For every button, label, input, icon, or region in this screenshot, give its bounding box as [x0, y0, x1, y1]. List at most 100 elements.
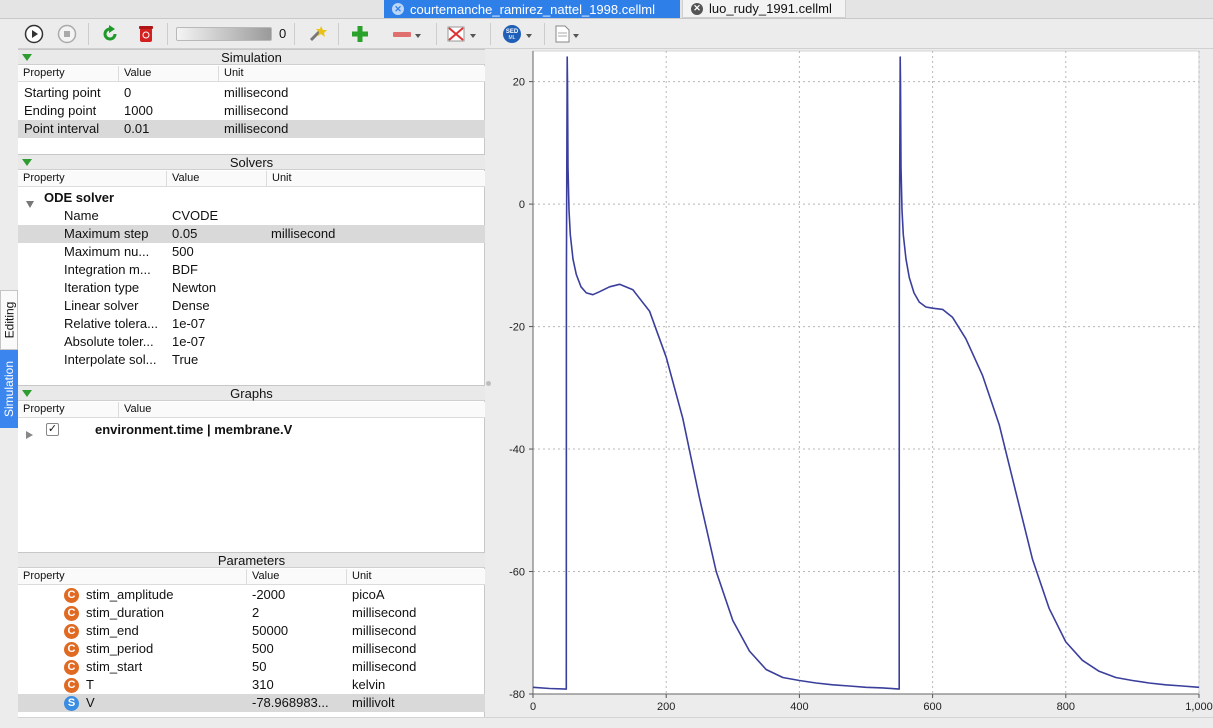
column-property[interactable]: Property — [18, 569, 65, 584]
table-row[interactable]: Linear solver Dense — [18, 297, 485, 315]
reset-button[interactable] — [98, 23, 122, 45]
file-tab-bar: ✕ courtemanche_ramirez_nattel_1998.cellm… — [0, 0, 1213, 19]
constant-icon: C — [64, 588, 79, 603]
cellml-export-button[interactable] — [552, 23, 582, 45]
splitter-handle[interactable] — [486, 381, 491, 386]
table-row[interactable]: Interpolate sol... True — [18, 351, 485, 369]
table-row[interactable]: Integration m... BDF — [18, 261, 485, 279]
section-title: Simulation — [221, 50, 282, 65]
graphs-section-header[interactable]: Graphs — [18, 385, 485, 401]
expand-icon[interactable] — [26, 426, 33, 444]
run-button[interactable] — [22, 23, 46, 45]
table-row[interactable]: C stim_duration 2 millisecond — [18, 604, 485, 622]
property-value[interactable]: -78.968983... — [252, 694, 329, 712]
tab-courtemanche[interactable]: ✕ courtemanche_ramirez_nattel_1998.cellm… — [384, 0, 680, 18]
graph-visible-checkbox[interactable]: ✓ — [46, 423, 59, 436]
bottom-splitter[interactable] — [18, 717, 1213, 728]
property-value[interactable]: BDF — [172, 261, 198, 279]
property-value[interactable]: 1e-07 — [172, 333, 205, 351]
table-row[interactable]: Point interval 0.01 millisecond — [18, 120, 485, 138]
table-row[interactable]: Relative tolera... 1e-07 — [18, 315, 485, 333]
toolbar-separator — [338, 23, 339, 45]
table-row[interactable]: C T 310 kelvin — [18, 676, 485, 694]
clear-button[interactable] — [134, 23, 158, 45]
table-row[interactable]: C stim_start 50 millisecond — [18, 658, 485, 676]
collapse-icon[interactable] — [22, 54, 32, 61]
development-mode-button[interactable] — [305, 23, 329, 45]
csv-export-button[interactable] — [444, 23, 480, 45]
property-value[interactable]: 1000 — [124, 102, 153, 120]
table-row[interactable]: C stim_period 500 millisecond — [18, 640, 485, 658]
property-name: Maximum nu... — [64, 244, 150, 259]
table-row[interactable]: C stim_amplitude -2000 picoA — [18, 586, 485, 604]
collapse-icon[interactable] — [22, 390, 32, 397]
property-value[interactable]: 310 — [252, 676, 274, 694]
table-row[interactable]: Absolute toler... 1e-07 — [18, 333, 485, 351]
tab-luo-rudy[interactable]: ✕ luo_rudy_1991.cellml — [682, 0, 846, 18]
column-value[interactable]: Value — [118, 402, 151, 417]
property-value[interactable]: 50 — [252, 658, 266, 676]
property-name: Relative tolera... — [64, 316, 158, 331]
add-graph-button[interactable] — [348, 23, 372, 45]
property-value[interactable]: 0 — [124, 84, 131, 102]
property-unit: kelvin — [352, 677, 386, 692]
stop-button[interactable] — [55, 23, 79, 45]
column-value[interactable]: Value — [246, 569, 279, 584]
property-value[interactable]: 500 — [252, 640, 274, 658]
property-name: Name — [64, 208, 99, 223]
property-value[interactable]: 0.05 — [172, 225, 197, 243]
column-property[interactable]: Property — [18, 171, 65, 186]
property-value[interactable]: 50000 — [252, 622, 288, 640]
property-value[interactable]: 1e-07 — [172, 315, 205, 333]
table-row[interactable]: Name CVODE — [18, 207, 485, 225]
table-row[interactable]: S V -78.968983... millivolt — [18, 694, 485, 712]
collapse-icon[interactable] — [22, 159, 32, 166]
table-row[interactable]: Maximum nu... 500 — [18, 243, 485, 261]
column-unit[interactable]: Unit — [346, 569, 372, 584]
property-name: T — [86, 677, 94, 692]
property-value[interactable]: CVODE — [172, 207, 218, 225]
property-value[interactable]: 2 — [252, 604, 259, 622]
column-unit[interactable]: Unit — [266, 171, 292, 186]
tab-simulation[interactable]: Simulation — [0, 350, 18, 428]
parameters-section-header[interactable]: Parameters — [18, 552, 485, 568]
simulation-section-header[interactable]: Simulation — [18, 49, 485, 65]
column-unit[interactable]: Unit — [218, 66, 244, 81]
column-value[interactable]: Value — [118, 66, 151, 81]
x-tick-label: 400 — [790, 701, 808, 713]
graph-item-row[interactable]: ✓ environment.time | membrane.V — [18, 421, 485, 439]
column-property[interactable]: Property — [18, 402, 65, 417]
voltage-trace-chart[interactable]: 0 200 400 600 800 1,000 -80 -60 -40 -20 0 20 — [493, 49, 1213, 717]
graph-panel[interactable]: 0 200 400 600 800 1,000 -80 -60 -40 -20 0 20 — [493, 49, 1213, 717]
solver-group-label: ODE solver — [44, 190, 115, 205]
property-value[interactable]: 500 — [172, 243, 194, 261]
close-icon[interactable]: ✕ — [691, 2, 703, 15]
property-value[interactable]: 0.01 — [124, 120, 149, 138]
minus-icon — [393, 32, 421, 38]
x-tick-label: 0 — [530, 701, 536, 713]
property-value[interactable]: True — [172, 351, 198, 369]
y-tick-label: -60 — [509, 567, 525, 579]
solvers-section-header[interactable]: Solvers — [18, 154, 485, 170]
table-row[interactable]: Maximum step 0.05 millisecond — [18, 225, 485, 243]
plus-icon — [352, 26, 368, 42]
table-row[interactable]: Iteration type Newton — [18, 279, 485, 297]
solvers-column-header: Property Value Unit — [18, 171, 485, 187]
toolbar-separator — [544, 23, 545, 45]
property-unit: millisecond — [352, 605, 417, 620]
column-property[interactable]: Property — [18, 66, 65, 81]
sedml-export-button[interactable]: SED ML — [500, 23, 536, 45]
delay-slider[interactable] — [176, 27, 272, 41]
property-value[interactable]: -2000 — [252, 586, 285, 604]
table-row[interactable]: Ending point 1000 millisecond — [18, 102, 485, 120]
tab-editing[interactable]: Editing — [0, 290, 18, 350]
remove-graph-button[interactable] — [390, 23, 424, 45]
column-value[interactable]: Value — [166, 171, 199, 186]
table-row[interactable]: C stim_end 50000 millisecond — [18, 622, 485, 640]
tab-editing-label: Editing — [2, 301, 17, 339]
table-row[interactable]: Starting point 0 millisecond — [18, 84, 485, 102]
close-icon[interactable]: ✕ — [392, 3, 404, 15]
solver-group-row[interactable]: ODE solver — [18, 189, 485, 208]
property-value[interactable]: Newton — [172, 279, 216, 297]
property-value[interactable]: Dense — [172, 297, 210, 315]
